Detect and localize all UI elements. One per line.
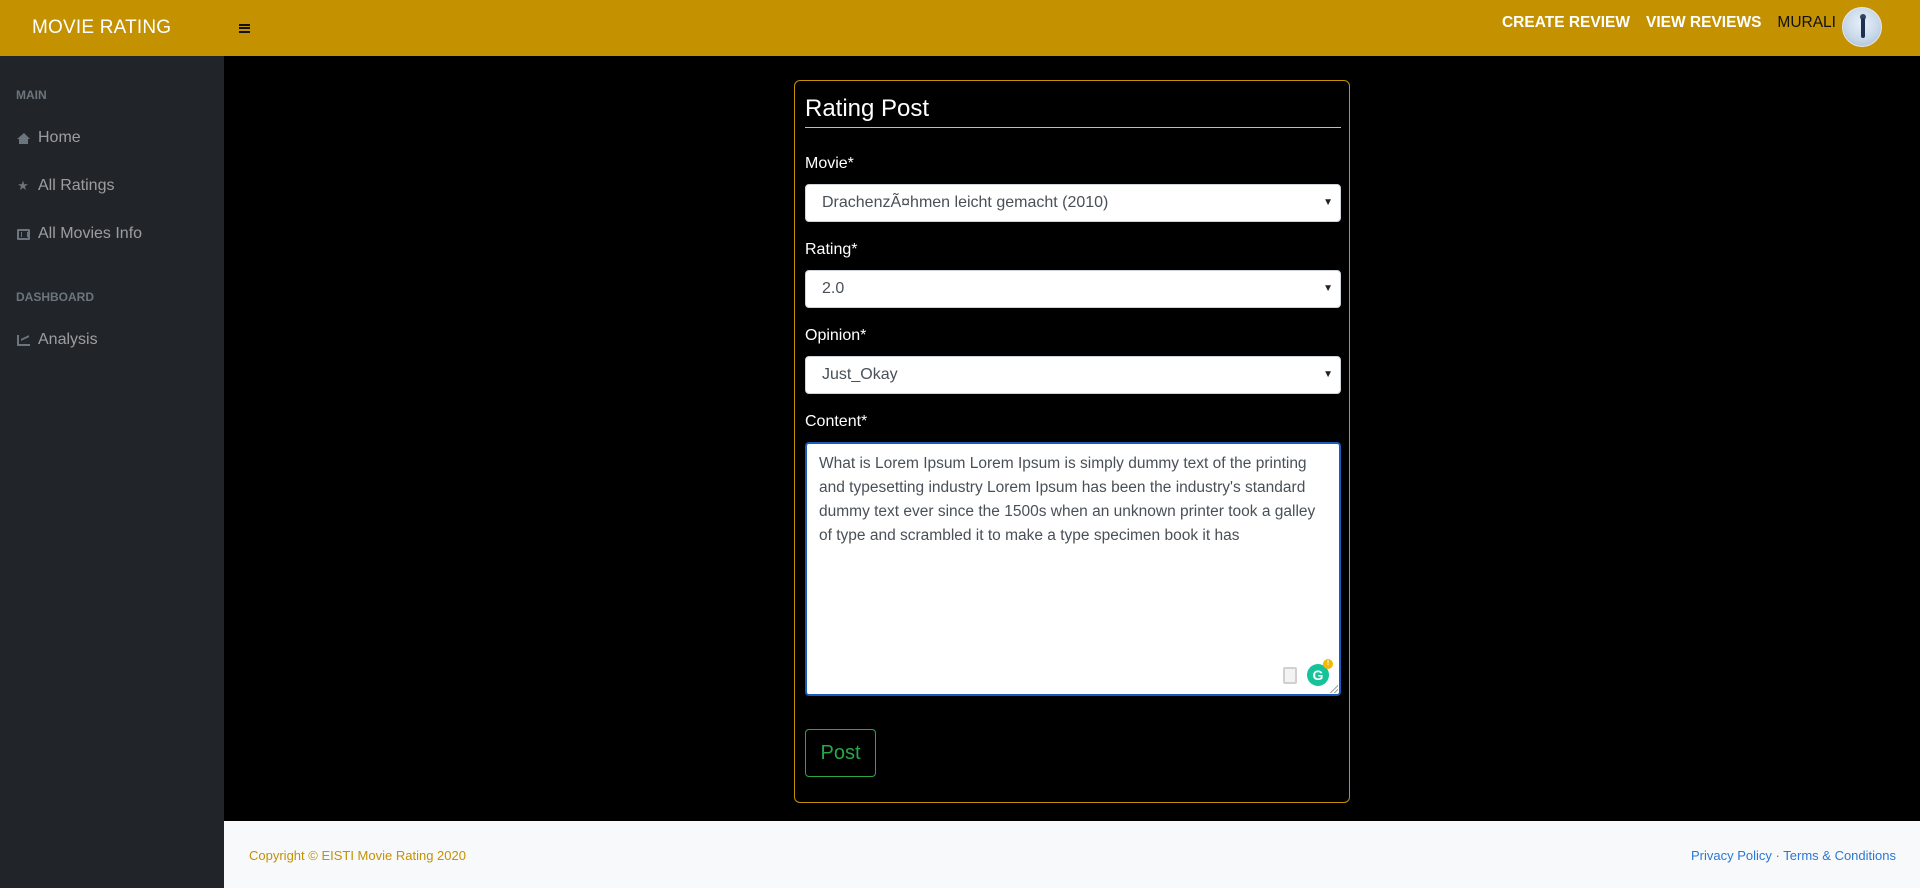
top-navbar: MOVIE RATING CREATE REVIEW VIEW REVIEWS … xyxy=(0,0,1920,56)
star-icon: ★ xyxy=(17,178,29,193)
content-textarea-value: What is Lorem Ipsum Lorem Ipsum is simpl… xyxy=(819,455,1316,544)
document-icon[interactable] xyxy=(1283,666,1297,684)
movie-label: Movie* xyxy=(805,155,854,172)
chevron-down-icon: ▼ xyxy=(1323,369,1333,380)
opinion-label: Opinion* xyxy=(805,327,867,344)
content-textarea[interactable]: What is Lorem Ipsum Lorem Ipsum is simpl… xyxy=(805,442,1341,696)
top-nav-links: CREATE REVIEW VIEW REVIEWS MURALI xyxy=(1486,0,1882,56)
chevron-down-icon: ▼ xyxy=(1323,197,1333,208)
sidebar-item-analysis[interactable]: Analysis xyxy=(0,316,224,364)
terms-conditions-link[interactable]: Terms & Conditions xyxy=(1783,848,1896,863)
rating-post-card: Rating Post Movie* DrachenzÃ¤hmen leicht… xyxy=(794,80,1350,803)
sidebar-item-home[interactable]: Home xyxy=(0,114,224,162)
textarea-tools: G! xyxy=(1283,659,1333,686)
grammar-checker-icon[interactable]: G! xyxy=(1307,659,1333,686)
content-label: Content* xyxy=(805,413,868,430)
footer-links: Privacy Policy · Terms & Conditions xyxy=(1691,848,1896,863)
rating-select[interactable]: 2.0 ▼ xyxy=(805,270,1341,308)
sidebar-heading-dashboard: DASHBOARD xyxy=(16,290,94,304)
movie-select-value: DrachenzÃ¤hmen leicht gemacht (2010) xyxy=(822,194,1109,211)
sidebar-heading-main: MAIN xyxy=(16,88,47,102)
view-reviews-link[interactable]: VIEW REVIEWS xyxy=(1646,14,1761,32)
movie-select[interactable]: DrachenzÃ¤hmen leicht gemacht (2010) ▼ xyxy=(805,184,1341,222)
opinion-select-value: Just_Okay xyxy=(822,366,898,383)
chart-icon xyxy=(16,333,30,347)
resize-handle[interactable] xyxy=(1330,685,1338,693)
rating-label: Rating* xyxy=(805,241,858,258)
opinion-select[interactable]: Just_Okay ▼ xyxy=(805,356,1341,394)
post-button[interactable]: Post xyxy=(805,729,876,777)
avatar[interactable] xyxy=(1842,7,1882,47)
film-icon xyxy=(16,227,30,241)
sidebar-item-label: Home xyxy=(38,129,81,146)
footer: Copyright © EISTI Movie Rating 2020 Priv… xyxy=(224,821,1920,888)
create-review-link[interactable]: CREATE REVIEW xyxy=(1502,14,1630,32)
user-name[interactable]: MURALI xyxy=(1777,14,1836,32)
sidebar-item-label: All Movies Info xyxy=(38,225,143,242)
sidebar: MAIN Home ★ All Ratings All Movies Info … xyxy=(0,56,224,888)
footer-separator: · xyxy=(1775,848,1780,863)
hamburger-icon xyxy=(238,23,250,33)
sidebar-item-all-movies-info[interactable]: All Movies Info xyxy=(0,210,224,258)
sidebar-item-all-ratings[interactable]: ★ All Ratings xyxy=(0,162,224,210)
copyright-text: Copyright © EISTI Movie Rating 2020 xyxy=(249,848,466,863)
rating-select-value: 2.0 xyxy=(822,280,845,297)
form-title: Rating Post xyxy=(805,95,1341,128)
privacy-policy-link[interactable]: Privacy Policy xyxy=(1691,848,1772,863)
brand-title[interactable]: MOVIE RATING xyxy=(0,17,224,39)
sidebar-item-label: Analysis xyxy=(38,331,98,348)
sidebar-toggle-button[interactable] xyxy=(232,16,256,40)
sidebar-item-label: All Ratings xyxy=(38,177,115,194)
chevron-down-icon: ▼ xyxy=(1323,283,1333,294)
home-icon xyxy=(16,131,30,145)
